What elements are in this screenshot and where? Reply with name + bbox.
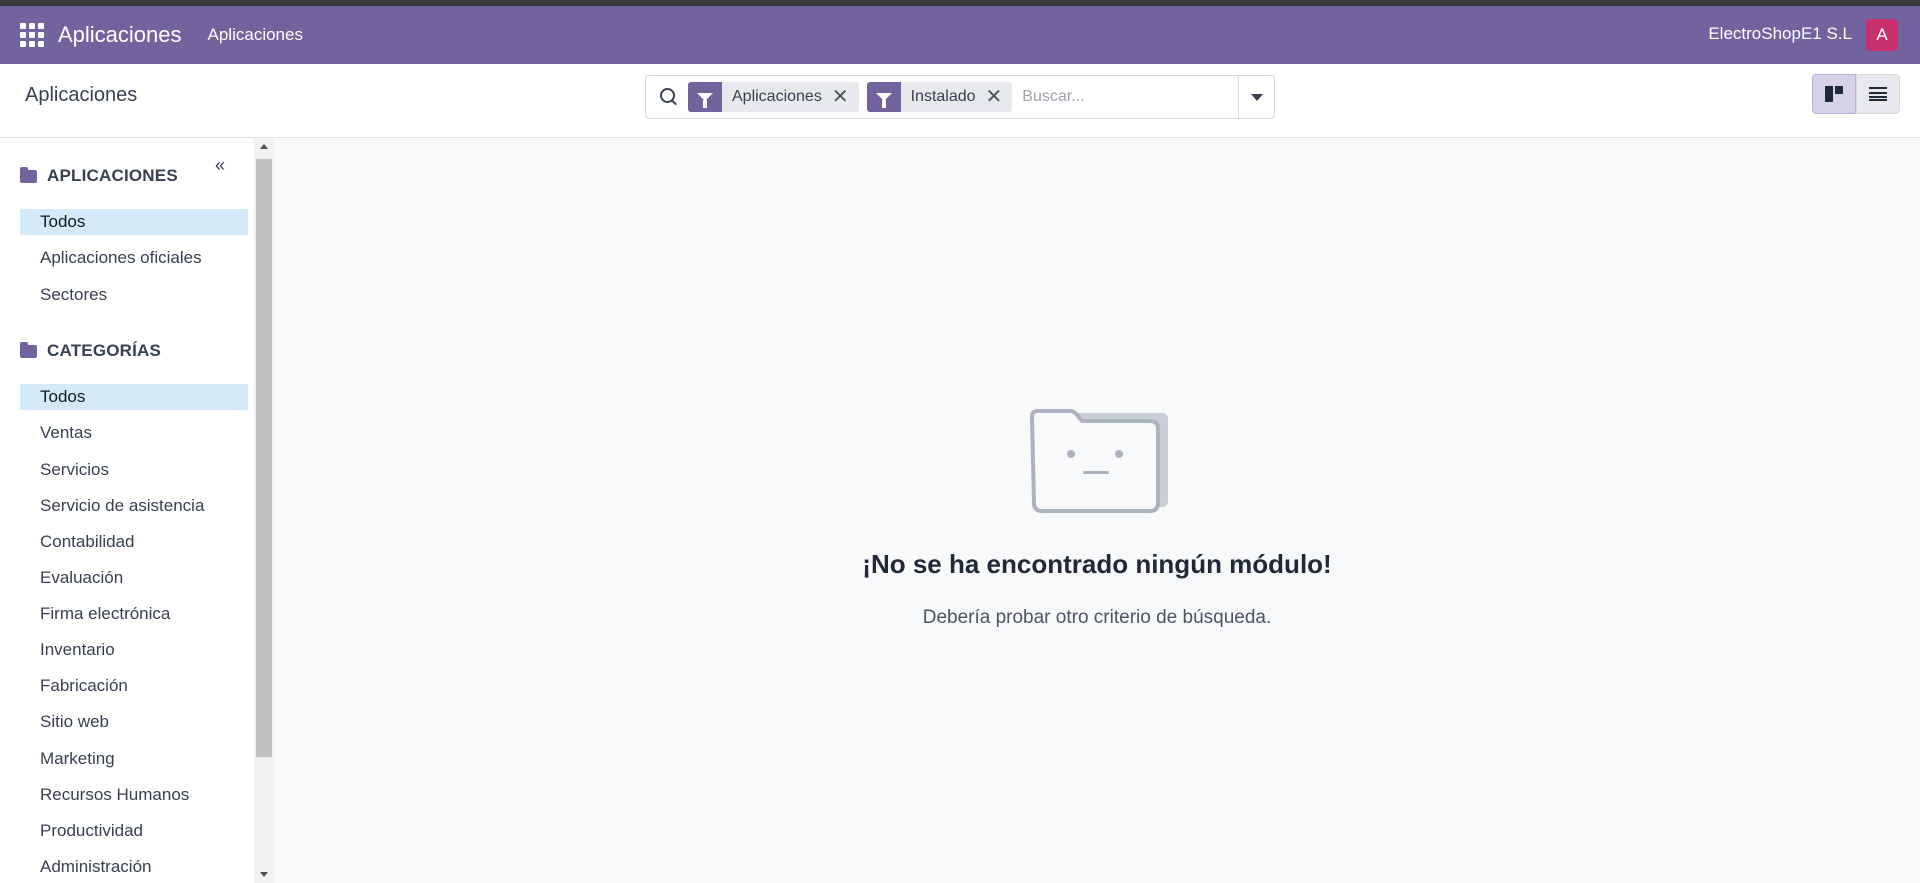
breadcrumb: Aplicaciones bbox=[25, 84, 138, 106]
search-facet-aplicaciones: Aplicaciones ✕ bbox=[688, 82, 859, 112]
search-bar: Aplicaciones ✕ Instalado ✕ bbox=[645, 75, 1275, 119]
sidebar-item-firma-electronica[interactable]: Firma electrónica bbox=[20, 601, 248, 627]
user-avatar[interactable]: A bbox=[1866, 19, 1898, 51]
filter-icon bbox=[688, 82, 722, 112]
sidebar-item-todos[interactable]: Todos bbox=[20, 209, 248, 235]
menu-item-aplicaciones[interactable]: Aplicaciones bbox=[208, 25, 303, 45]
kanban-view-button[interactable] bbox=[1812, 74, 1856, 114]
sidebar-item-evaluacion[interactable]: Evaluación bbox=[20, 565, 248, 591]
folder-icon bbox=[20, 166, 37, 183]
folder-icon bbox=[20, 341, 37, 358]
empty-state-subtitle: Debería probar otro criterio de búsqueda… bbox=[922, 607, 1272, 628]
empty-state-title: ¡No se ha encontrado ningún módulo! bbox=[862, 549, 1332, 579]
search-icon[interactable] bbox=[658, 86, 680, 108]
company-switcher[interactable]: ElectroShopE1 S.L bbox=[1708, 24, 1852, 44]
search-panel: « APLICACIONES Todos Aplicaciones oficia… bbox=[0, 139, 254, 883]
kanban-view-icon bbox=[1825, 86, 1843, 102]
sidebar-item-ventas[interactable]: Ventas bbox=[20, 420, 248, 446]
navbar: Aplicaciones Aplicaciones ElectroShopE1 … bbox=[0, 6, 1920, 64]
sidebar-item-inventario[interactable]: Inventario bbox=[20, 637, 248, 663]
view-switcher bbox=[1812, 74, 1900, 114]
collapse-sidebar-icon[interactable]: « bbox=[215, 155, 225, 176]
scrollbar-thumb[interactable] bbox=[256, 159, 272, 757]
section-aplicaciones-header: APLICACIONES bbox=[20, 166, 178, 186]
sidebar-item-fabricacion[interactable]: Fabricación bbox=[20, 673, 248, 699]
sidebar-item-productividad[interactable]: Productividad bbox=[20, 818, 248, 844]
search-facet-instalado: Instalado ✕ bbox=[866, 82, 1013, 112]
facet-label: Aplicaciones bbox=[732, 88, 822, 105]
kanban-content: ¡No se ha encontrado ningún módulo! Debe… bbox=[274, 139, 1920, 883]
section-title: CATEGORÍAS bbox=[47, 341, 162, 360]
caret-down-icon bbox=[1250, 93, 1263, 101]
facet-label: Instalado bbox=[910, 88, 976, 105]
section-categorias-header: CATEGORÍAS bbox=[20, 341, 161, 361]
sidebar-item-contabilidad[interactable]: Contabilidad bbox=[20, 529, 248, 555]
sidebar-item-administracion[interactable]: Administración bbox=[20, 854, 248, 880]
empty-folder-icon bbox=[1029, 409, 1168, 513]
scroll-down-icon[interactable] bbox=[260, 872, 268, 877]
sidebar-item-recursos-humanos[interactable]: Recursos Humanos bbox=[20, 782, 248, 808]
remove-facet-icon[interactable]: ✕ bbox=[986, 82, 1013, 112]
scroll-up-icon[interactable] bbox=[260, 144, 268, 149]
sidebar-item-aplicaciones-oficiales[interactable]: Aplicaciones oficiales bbox=[20, 245, 248, 271]
control-panel: Aplicaciones Aplicaciones ✕ Instalado ✕ bbox=[0, 64, 1920, 138]
list-view-icon bbox=[1869, 87, 1887, 101]
sidebar-item-servicio-de-asistencia[interactable]: Servicio de asistencia bbox=[20, 493, 248, 519]
search-options-toggle[interactable] bbox=[1238, 76, 1274, 118]
remove-facet-icon[interactable]: ✕ bbox=[832, 82, 859, 112]
filter-icon bbox=[866, 82, 901, 112]
sidebar-item-todos[interactable]: Todos bbox=[20, 384, 248, 410]
search-input[interactable] bbox=[1022, 88, 1233, 106]
app-brand[interactable]: Aplicaciones bbox=[58, 22, 182, 48]
apps-menu-icon[interactable] bbox=[20, 23, 44, 47]
sidebar-item-sectores[interactable]: Sectores bbox=[20, 282, 248, 308]
sidebar-scrollbar[interactable] bbox=[254, 139, 274, 883]
sidebar-item-servicios[interactable]: Servicios bbox=[20, 457, 248, 483]
sidebar-item-sitio-web[interactable]: Sitio web bbox=[20, 709, 248, 735]
list-view-button[interactable] bbox=[1856, 74, 1900, 114]
sidebar-item-marketing[interactable]: Marketing bbox=[20, 746, 248, 772]
section-title: APLICACIONES bbox=[47, 166, 178, 185]
